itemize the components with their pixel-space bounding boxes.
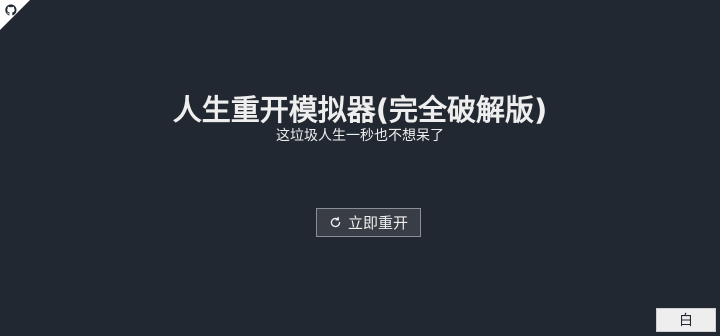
page-subtitle: 这垃圾人生一秒也不想呆了: [276, 128, 444, 144]
refresh-icon: [330, 216, 341, 228]
restart-button-label: 立即重开: [347, 214, 408, 232]
page-title: 人生重开模拟器(完全破解版): [172, 93, 548, 127]
github-icon[interactable]: [4, 3, 18, 17]
restart-button[interactable]: 立即重开: [316, 208, 421, 237]
theme-toggle-label: 白: [679, 313, 693, 329]
app-root: 人生重开模拟器(完全破解版) 这垃圾人生一秒也不想呆了 立即重开 白: [0, 0, 720, 336]
theme-toggle-button[interactable]: 白: [656, 308, 716, 332]
